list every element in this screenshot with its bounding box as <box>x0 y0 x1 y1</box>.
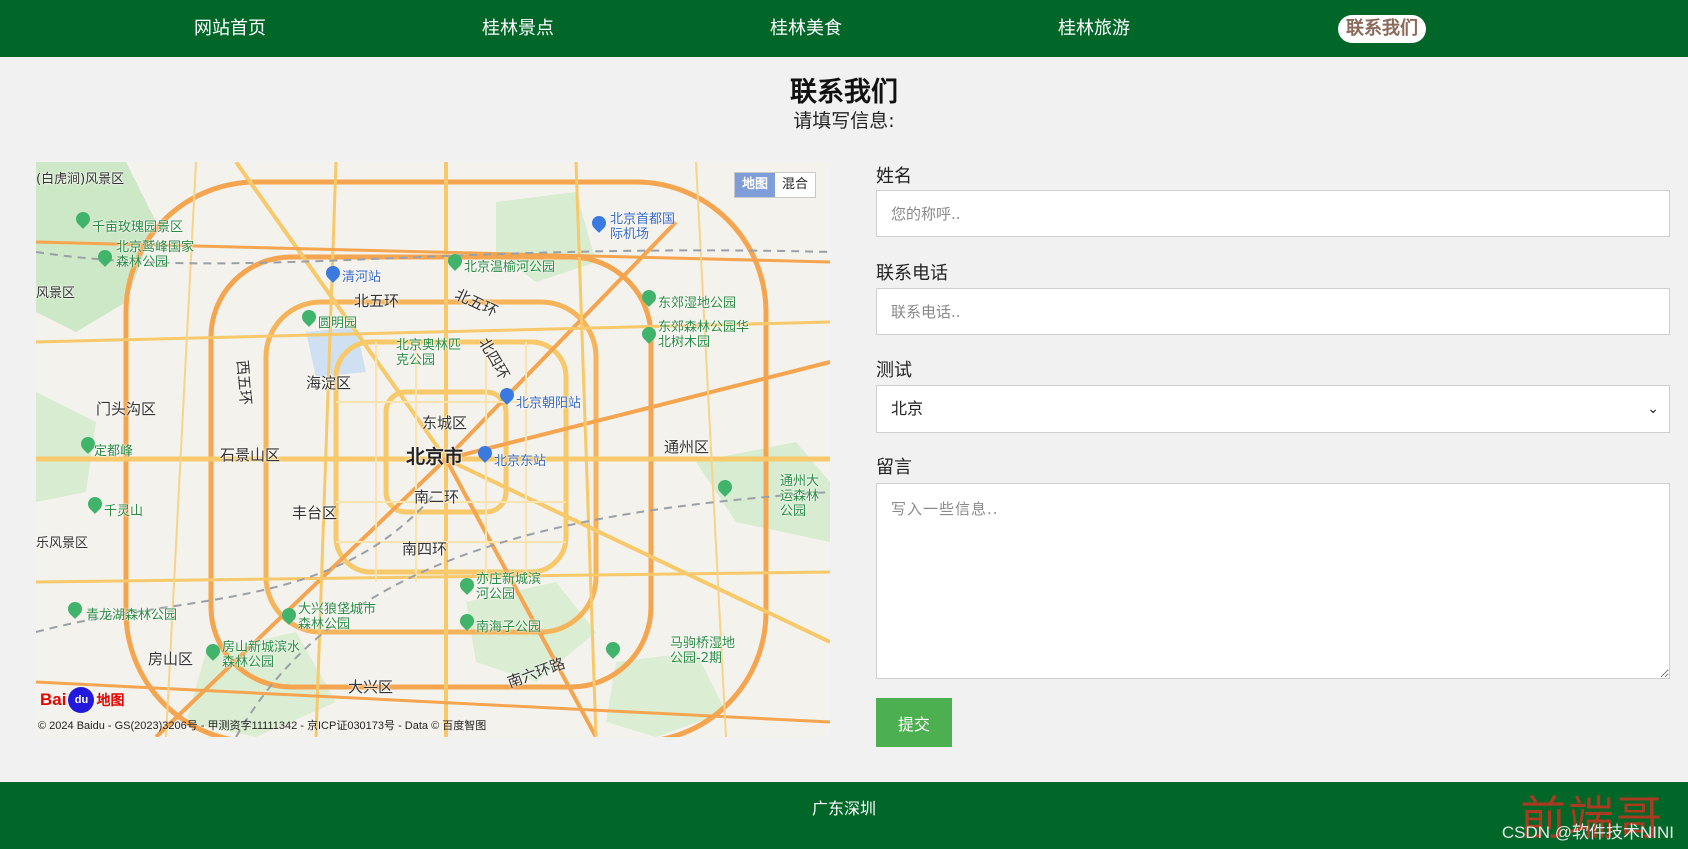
chevron-down-icon: ⌄ <box>1647 401 1659 417</box>
footer-text: 广东深圳 <box>811 799 876 818</box>
map-label-ring2: 南二环 <box>414 488 460 506</box>
map-label-east-station: 北京东站 <box>494 454 547 469</box>
map-label-dongjiao2: 东郊森林公园华北树木园 <box>658 320 750 350</box>
map-label-yizhuang: 亦庄新城滨河公园 <box>476 572 542 602</box>
map-label-baihuashan: (白虎涧)风景区 <box>36 172 125 187</box>
map-label-jiufeng: 北京鹫峰国家森林公园 <box>116 240 195 270</box>
map-label-fangshan: 房山区 <box>148 650 194 668</box>
test-select[interactable]: 北京 ⌄ <box>876 385 1670 433</box>
watermark-csdn: CSDN @软件技术NINI <box>1501 823 1674 842</box>
phone-input[interactable] <box>876 288 1670 335</box>
baidu-logo-text: Bai <box>40 690 67 709</box>
map-label-yuanmingyuan: 圆明园 <box>318 316 358 331</box>
test-select-value: 北京 <box>891 399 924 418</box>
baidu-map[interactable]: 北京市 海淀区 东城区 石景山区 丰台区 门头沟区 通州区 房山区 大兴区 南二… <box>36 162 830 737</box>
baidu-paw-icon: du <box>68 687 95 713</box>
baidu-logo[interactable]: Bai du 地图 <box>40 687 124 713</box>
map-label-olympic: 北京奥林匹克公园 <box>396 338 462 368</box>
map-label-nanhaizi: 南海子公园 <box>476 620 542 635</box>
map-label-shijingshan: 石景山区 <box>220 446 281 464</box>
map-label-dongcheng: 东城区 <box>422 414 468 432</box>
map-label-qinghe: 清河站 <box>342 270 382 285</box>
map-label-qianmian: 千亩玫瑰园景区 <box>92 220 184 235</box>
nav-item-food[interactable]: 桂林美食 <box>762 15 850 43</box>
footer: 广东深圳 前端哥 CSDN @软件技术NINI <box>0 782 1688 849</box>
map-label-qinglong: 青龙湖森林公园 <box>86 608 178 623</box>
map-label-fengjingqu: 风景区 <box>36 286 76 301</box>
map-type-map-button[interactable]: 地图 <box>735 173 776 197</box>
map-label-beijing: 北京市 <box>406 446 464 468</box>
map-copyright: © 2024 Baidu - GS(2023)3206号 - 甲测资字11111… <box>38 720 487 732</box>
map-label-ring5w: 西五环 <box>233 359 255 406</box>
map-label-qianlingshan: 千灵山 <box>104 504 144 519</box>
map-label-chaoyang-station: 北京朝阳站 <box>516 396 582 411</box>
map-type-switch[interactable]: 地图 混合 <box>734 172 817 198</box>
map-label-dongjiao: 东郊湿地公园 <box>658 296 737 311</box>
map-label-airport: 北京首都国际机场 <box>610 212 676 242</box>
top-nav: 网站首页 桂林景点 桂林美食 桂林旅游 联系我们 <box>0 0 1688 57</box>
map-label-mafang: 马驹桥湿地公园-2期 <box>670 636 736 666</box>
page-subtitle: 请填写信息: <box>793 110 895 132</box>
map-label-ring4s: 南四环 <box>402 540 448 558</box>
submit-button[interactable]: 提交 <box>876 698 952 747</box>
name-input[interactable] <box>876 190 1670 237</box>
map-label-haidian: 海淀区 <box>306 374 352 392</box>
map-label-daxing-park: 大兴狼垡城市森林公园 <box>298 602 377 632</box>
map-label-dingdu: 定都峰 <box>94 444 134 459</box>
message-label: 留言 <box>876 457 912 478</box>
phone-label: 联系电话 <box>876 263 948 284</box>
map-label-ring5n: 北五环 <box>354 292 400 310</box>
name-label: 姓名 <box>876 166 912 187</box>
page-title: 联系我们 <box>790 77 898 108</box>
nav-item-attractions[interactable]: 桂林景点 <box>474 15 562 43</box>
message-textarea[interactable] <box>876 483 1670 679</box>
map-label-fangshan-park: 房山新城滨水森林公园 <box>222 640 301 670</box>
map-label-daxing: 大兴区 <box>348 678 394 696</box>
nav-item-contact[interactable]: 联系我们 <box>1338 15 1426 43</box>
map-label-tongzhou: 通州区 <box>664 438 710 456</box>
map-label-tongzhou-park: 通州大运森林公园 <box>780 474 820 519</box>
baidu-logo-map-text: 地图 <box>96 692 125 708</box>
map-label-wenyu: 北京温榆河公园 <box>464 260 556 275</box>
nav-item-home[interactable]: 网站首页 <box>186 15 274 43</box>
map-label-fengtai: 丰台区 <box>292 504 338 522</box>
map-label-fengjingqu2: 乐风景区 <box>36 536 89 551</box>
map-type-hybrid-button[interactable]: 混合 <box>775 173 815 197</box>
nav-item-travel[interactable]: 桂林旅游 <box>1050 15 1138 43</box>
map-label-mentougou: 门头沟区 <box>96 400 157 418</box>
test-label: 测试 <box>876 360 912 381</box>
